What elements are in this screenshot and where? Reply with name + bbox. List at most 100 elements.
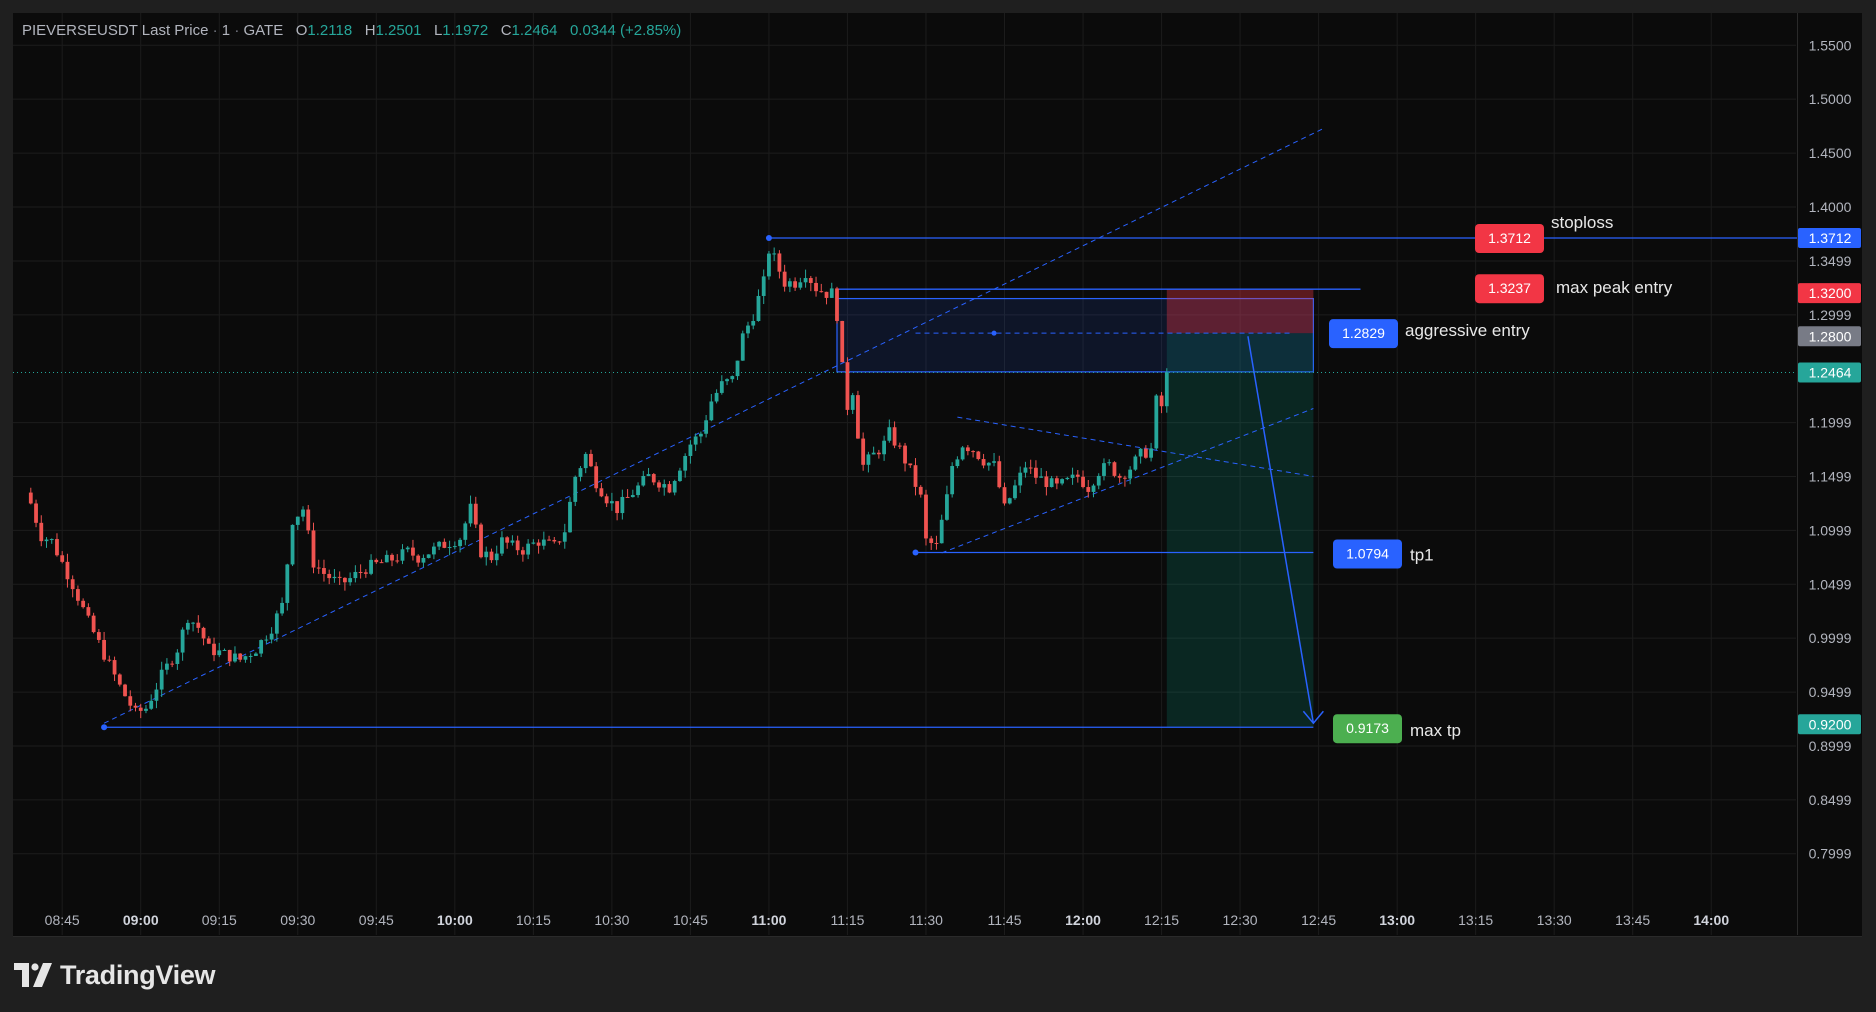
interval-value[interactable]: 1 [222,22,230,39]
tradingview-logo[interactable]: TradingView [14,958,216,992]
price-tick-label: 1.0999 [1809,522,1852,538]
line-anchor-dot[interactable] [912,549,919,556]
candle-body [678,470,682,482]
time-tick-label: 09:00 [123,912,159,928]
price-tick-label: 1.1999 [1809,415,1852,431]
candle[interactable] [960,445,965,461]
candle[interactable] [950,462,955,498]
price-tick-label: 0.9499 [1809,684,1852,700]
candle-body [761,276,766,296]
candle-body [1002,487,1007,504]
aggressive-entry-value: 1.2829 [1342,325,1385,341]
candle-body [730,376,735,380]
candle[interactable] [856,390,860,439]
candle-body [170,663,175,665]
candle-body [411,547,415,556]
price-chart[interactable]: 1.3712 stoploss 1.3237 max peak entry 1.2829… [0,0,1876,1012]
candle-body [34,503,38,523]
risk-zone[interactable] [1166,289,1314,334]
candle[interactable] [479,522,483,559]
candle-body [363,572,368,574]
price-tick-label: 1.2999 [1809,307,1852,323]
time-tick-label: 09:45 [359,912,394,928]
symbol-name[interactable]: PIEVERSEUSDT Last Price [22,22,208,39]
candle-body [96,632,101,640]
candle-body [573,476,578,502]
price-tick-label: 0.8999 [1809,738,1852,754]
time-tick-label: 13:30 [1537,912,1572,928]
candle-body [274,613,279,634]
candle[interactable] [840,320,845,363]
candle-body [903,445,907,464]
line-anchor-dot[interactable] [765,235,772,241]
max-peak-entry-text[interactable]: max peak entry [1556,278,1673,297]
candle-body [646,474,651,476]
candle-body [1164,372,1169,407]
candle[interactable] [845,357,850,416]
candle-body [1023,467,1028,473]
candle[interactable] [568,497,572,533]
time-tick-label: 12:00 [1065,912,1101,928]
candle[interactable] [290,524,295,567]
candle-body [1133,456,1138,470]
candle-body [568,501,572,533]
candle-body [1007,498,1012,504]
candle-body [829,288,834,298]
candle-body [735,360,740,377]
candle-body [541,539,546,546]
candle-body [1149,448,1153,458]
candle-body [327,573,332,579]
candle[interactable] [1164,368,1169,413]
candle-body [180,629,185,653]
candle-body [1091,485,1096,492]
candle-body [452,546,457,548]
line-anchor-dot[interactable] [101,724,108,731]
candle-body [395,560,400,562]
time-tick-label: 11:00 [751,912,786,928]
candle[interactable] [835,286,839,324]
candle-body [254,653,258,656]
line-anchor-dot[interactable] [991,330,997,336]
candle-body [191,622,195,624]
candle-body [243,656,248,660]
candle-body [379,562,384,564]
candle-body [887,427,892,441]
candle-body [1060,479,1064,484]
candle[interactable] [1154,394,1159,451]
candle[interactable] [573,475,578,507]
candle[interactable] [767,250,771,280]
candle-body [510,540,515,543]
candle[interactable] [123,683,127,697]
profit-zone[interactable] [1166,333,1314,728]
candle-body [709,401,714,421]
high-label: H [364,22,376,39]
candle-body [636,485,640,496]
price-tick-label: 1.5500 [1809,37,1852,53]
candle[interactable] [426,554,431,559]
candle-body [306,509,311,531]
price-scale-badge-value: 1.3712 [1809,230,1852,246]
candle[interactable] [117,673,122,687]
candle-body [269,633,274,640]
stoploss-text[interactable]: stoploss [1551,213,1613,232]
candle[interactable] [1112,461,1117,478]
candle-body [416,555,421,563]
aggressive-entry-text[interactable]: aggressive entry [1405,321,1530,340]
candle-body [793,281,798,288]
candle-body [960,447,965,460]
candle[interactable] [594,462,599,493]
candle[interactable] [91,612,96,634]
candle-body [651,474,656,483]
candle-body [531,542,536,544]
price-scale-badge-value: 1.2464 [1809,365,1852,381]
tp1-text[interactable]: tp1 [1410,546,1434,565]
candle[interactable] [740,330,745,361]
candle[interactable] [976,450,981,461]
max-tp-text[interactable]: max tp [1410,721,1461,740]
candle-body [871,452,876,455]
price-scale-badge-value: 0.9200 [1809,716,1852,732]
candle-body [227,649,232,662]
candle[interactable] [924,489,928,546]
candle-body [154,689,159,701]
candle[interactable] [1133,454,1138,471]
